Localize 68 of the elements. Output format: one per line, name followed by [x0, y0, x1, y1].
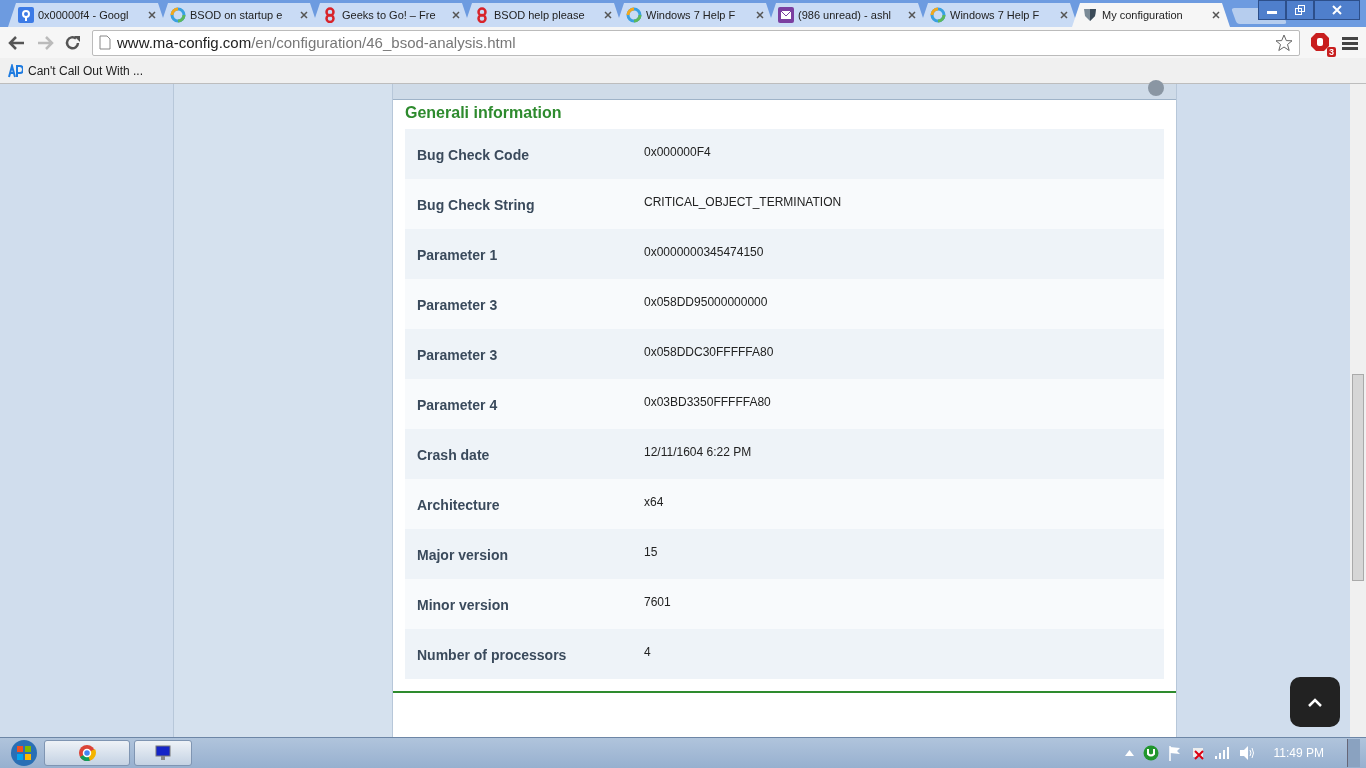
row-value: 0x058DDC30FFFFFA80 — [644, 345, 774, 359]
row-value: 15 — [644, 545, 658, 559]
address-bar[interactable]: www.ma-config.com/en/configuration/46_bsod-analysis.html — [92, 29, 1300, 56]
reload-icon[interactable] — [64, 33, 82, 52]
scroll-thumb[interactable] — [1352, 374, 1364, 581]
extension-badge: 3 — [1327, 46, 1336, 57]
row-value: 7601 — [644, 595, 671, 609]
row-label: Parameter 1 — [417, 246, 499, 263]
row-label: Bug Check Code — [417, 146, 530, 163]
close-icon[interactable] — [148, 11, 156, 19]
page-icon — [99, 35, 111, 50]
row-label: Architecture — [417, 496, 501, 513]
close-icon[interactable] — [908, 11, 916, 19]
row-value: 0x03BD3350FFFFFA80 — [644, 395, 771, 409]
row-label: Parameter 3 — [417, 346, 499, 363]
row-value: CRITICAL_OBJECT_TERMINATION — [644, 195, 842, 209]
close-button[interactable] — [1314, 0, 1360, 20]
restore-button[interactable] — [1286, 0, 1314, 20]
monitor-icon — [155, 745, 171, 761]
row-label: Crash date — [417, 446, 491, 463]
row-label: Parameter 3 — [417, 296, 499, 313]
close-icon — [1332, 5, 1342, 15]
row-label: Bug Check String — [417, 196, 536, 213]
start-orb-icon[interactable] — [8, 739, 40, 767]
row-label: Number of processors — [417, 646, 568, 663]
back-to-top-button[interactable] — [1290, 677, 1340, 727]
utorrent-icon[interactable] — [1142, 745, 1159, 761]
close-icon[interactable] — [1060, 11, 1068, 19]
url-text: www.ma-config.com/en/configuration/46_bsod-analysis.html — [117, 34, 517, 51]
envelope-icon — [778, 7, 794, 23]
close-icon[interactable] — [452, 11, 460, 19]
chrome-icon — [78, 744, 96, 762]
chevron-up-icon — [1308, 697, 1322, 707]
bookmark-link[interactable]: Can't Call Out With ... — [28, 63, 143, 78]
close-icon[interactable] — [756, 11, 764, 19]
row-label: Parameter 4 — [417, 396, 499, 413]
double-loop-icon — [322, 7, 338, 23]
close-icon[interactable] — [604, 11, 612, 19]
scrollbar[interactable] — [1350, 84, 1366, 737]
star-icon[interactable] — [1275, 33, 1293, 52]
close-icon[interactable] — [300, 11, 308, 19]
close-icon[interactable] — [1212, 11, 1220, 19]
extension-button[interactable]: 3 — [1310, 31, 1332, 54]
ap-logo-icon — [8, 63, 23, 78]
row-value: 4 — [644, 645, 651, 659]
row-value: 12/11/1604 6:22 PM — [644, 445, 752, 459]
restore-icon — [1295, 5, 1305, 15]
browser-tab[interactable]: My configuration — [1072, 3, 1230, 27]
colorful-ring-icon — [170, 7, 186, 23]
row-label: Minor version — [417, 596, 510, 613]
row-value: 0x000000F4 — [644, 145, 711, 159]
menu-icon[interactable] — [1342, 34, 1358, 51]
double-loop-icon — [474, 7, 490, 23]
row-value: x64 — [644, 495, 664, 509]
taskbar-button[interactable] — [134, 740, 192, 766]
shield-icon — [1082, 7, 1098, 23]
row-value: 0x058DD95000000000 — [644, 295, 768, 309]
row-value: 0x0000000345474150 — [644, 245, 764, 259]
circle-icon — [1148, 80, 1164, 96]
minimize-button[interactable] — [1258, 0, 1286, 20]
section-title: Generali information — [405, 104, 563, 122]
colorful-ring-icon — [930, 7, 946, 23]
row-label: Major version — [417, 546, 510, 563]
taskbar-button[interactable] — [44, 740, 130, 766]
stop-sign-icon — [1310, 31, 1330, 52]
colorful-ring-icon — [626, 7, 642, 23]
power-plug-icon[interactable] — [1190, 745, 1205, 761]
back-icon[interactable] — [8, 33, 26, 52]
